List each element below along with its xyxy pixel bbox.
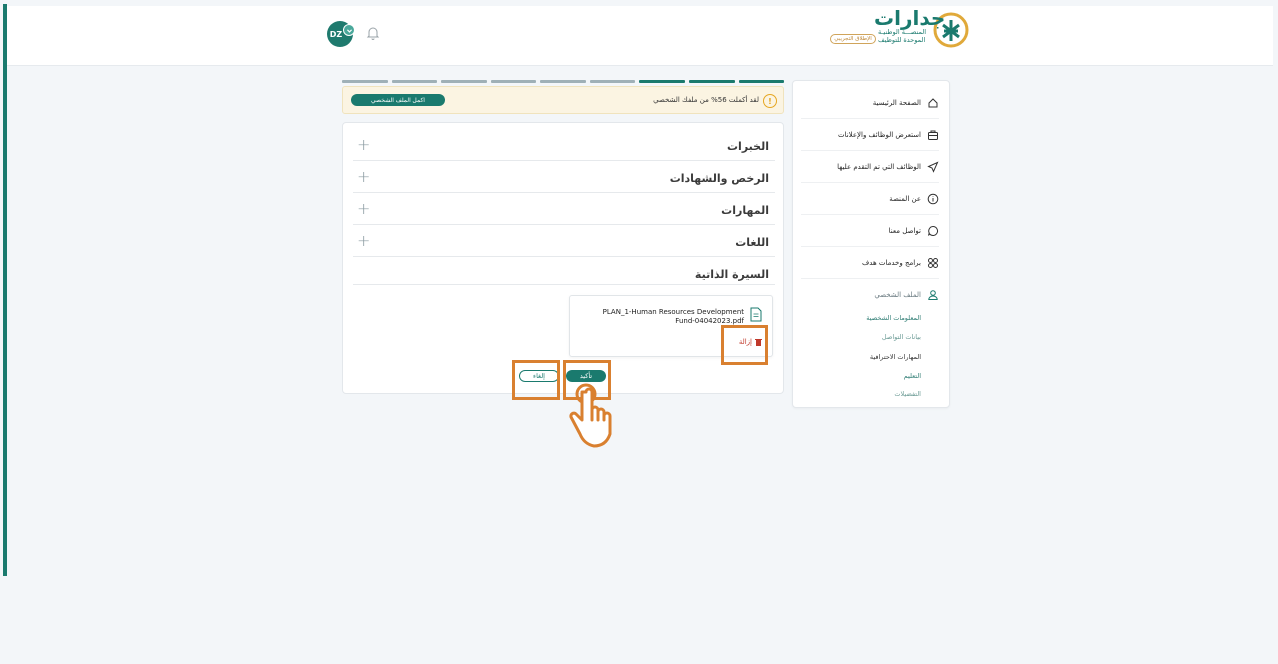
sidebar: الصفحة الرئيسية استعرض الوظائف والإعلانا… <box>792 80 950 408</box>
profile-sections-card: الخبرات + الرخص والشهادات + المهارات + ا… <box>342 122 784 394</box>
highlight-remove-box <box>721 325 768 365</box>
sidebar-item-programs[interactable]: برامج وخدمات هدف <box>801 247 939 279</box>
complete-profile-button[interactable]: اكمل الملف الشخصي <box>351 94 445 106</box>
progress-segment <box>342 80 388 83</box>
bell-icon[interactable] <box>366 25 380 41</box>
send-icon <box>927 161 939 173</box>
progress-segment <box>639 80 685 83</box>
plus-icon[interactable]: + <box>357 135 370 154</box>
section-experiences[interactable]: الخبرات + <box>353 129 775 161</box>
sidebar-subitem-personal-info[interactable]: المعلومات الشخصية <box>866 314 921 322</box>
section-title: اللغات <box>735 236 769 249</box>
plus-icon[interactable]: + <box>357 231 370 250</box>
highlight-cancel-box <box>512 360 560 400</box>
progress-segment <box>490 80 537 83</box>
grid-icon <box>927 257 939 269</box>
briefcase-icon <box>927 129 939 141</box>
sidebar-item-label: عن المنصة <box>889 194 921 203</box>
top-navigation-bar <box>7 6 1273 66</box>
sidebar-item-home[interactable]: الصفحة الرئيسية <box>801 87 939 119</box>
plus-icon[interactable]: + <box>357 199 370 218</box>
sidebar-item-label: الوظائف التي تم التقدم عليها <box>837 162 921 171</box>
sidebar-subitem-professional-skills[interactable]: المهارات الاحترافية <box>870 353 921 361</box>
sidebar-subitem-education[interactable]: التعليم <box>904 372 921 380</box>
left-accent-bar <box>3 4 7 576</box>
progress-segment <box>391 80 438 83</box>
plus-icon[interactable]: + <box>357 167 370 186</box>
sidebar-subitem-contact-info[interactable]: بيانات التواصل <box>882 333 921 341</box>
sidebar-item-label: الصفحة الرئيسية <box>872 98 921 107</box>
chevron-down-icon[interactable] <box>343 24 355 36</box>
sidebar-item-profile[interactable]: الملف الشخصي <box>801 279 939 311</box>
sidebar-item-about[interactable]: عن المنصة <box>801 183 939 215</box>
progress-segment <box>688 80 735 83</box>
pointer-hand-icon <box>566 376 618 452</box>
profile-progress-bar <box>342 80 785 84</box>
info-icon <box>927 193 939 205</box>
section-title: الخبرات <box>727 140 769 153</box>
logo-subtitle-1: المنصـــة الوطنيـة <box>878 28 927 36</box>
chat-icon <box>927 225 939 237</box>
sidebar-item-label: برامج وخدمات هدف <box>862 258 921 267</box>
sidebar-item-label: استعرض الوظائف والإعلانات <box>837 130 921 139</box>
document-icon <box>750 307 762 322</box>
progress-segment <box>441 80 487 83</box>
progress-segment <box>540 80 586 83</box>
section-skills[interactable]: المهارات + <box>353 193 775 225</box>
home-icon <box>927 97 939 109</box>
section-cv: السيرة الذاتية <box>353 257 775 285</box>
alert-text: لقد أكملت 56% من ملفك الشخصي <box>653 96 759 104</box>
logo-subtitle-2: الموحدة للتوظيف <box>878 36 926 44</box>
warning-icon: ! <box>763 94 777 108</box>
sidebar-item-label: تواصل معنا <box>888 226 921 235</box>
cv-file-name: PLAN_1-Human Resources Development Fund-… <box>602 308 744 325</box>
sidebar-subitem-preferences[interactable]: التفضيلات <box>894 390 921 398</box>
sidebar-item-jobs[interactable]: استعرض الوظائف والإعلانات <box>801 119 939 151</box>
logo-title: جدارات <box>874 6 946 30</box>
sidebar-item-label: الملف الشخصي <box>874 291 921 299</box>
section-title: الرخص والشهادات <box>669 172 769 185</box>
sidebar-item-applied-jobs[interactable]: الوظائف التي تم التقدم عليها <box>801 151 939 183</box>
section-title: المهارات <box>721 204 769 217</box>
beta-badge: الإطلاق التجريبي <box>830 34 876 44</box>
profile-completion-alert: ! لقد أكملت 56% من ملفك الشخصي اكمل المل… <box>342 86 784 114</box>
section-languages[interactable]: اللغات + <box>353 225 775 257</box>
progress-segment <box>738 80 785 83</box>
section-title: السيرة الذاتية <box>694 268 769 281</box>
progress-segment <box>589 80 636 83</box>
user-icon <box>927 289 939 301</box>
section-licenses-certificates[interactable]: الرخص والشهادات + <box>353 161 775 193</box>
sidebar-item-contact[interactable]: تواصل معنا <box>801 215 939 247</box>
